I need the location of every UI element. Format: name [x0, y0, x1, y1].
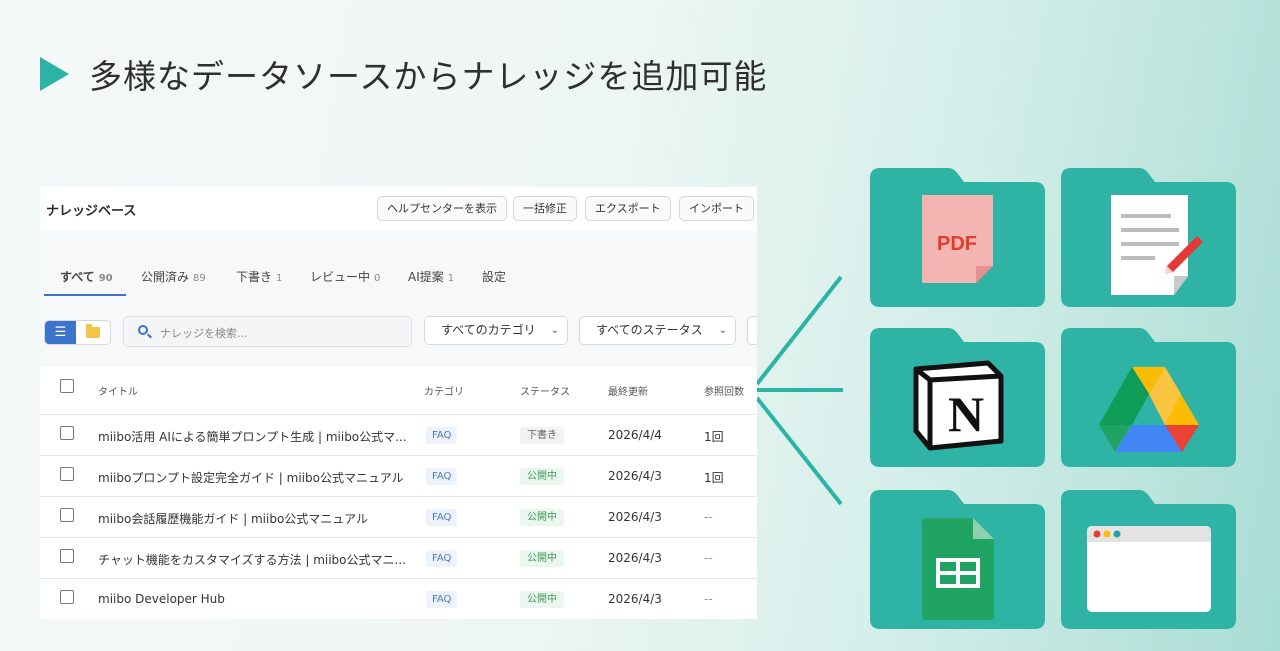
column-header-title: タイトル: [98, 387, 138, 398]
select-all-checkbox[interactable]: [60, 379, 74, 393]
status-badge: 公開中: [520, 468, 564, 485]
play-triangle-icon: [40, 57, 69, 91]
column-header-category: カテゴリ: [424, 387, 464, 398]
tab-published[interactable]: 公開済み 89: [141, 268, 206, 285]
category-badge: FAQ: [426, 591, 458, 608]
pdf-source-folder: PDF: [870, 168, 1045, 307]
search-input[interactable]: ナレッジを検索...: [123, 316, 412, 347]
tab-label: 公開済み: [141, 270, 190, 284]
view-toggle: ☰: [44, 320, 111, 345]
category-select[interactable]: すべてのカテゴリ ⌄: [424, 316, 568, 345]
table-row[interactable]: miibo Developer Hub FAQ 公開中 2026/4/3 --: [40, 579, 757, 619]
category-badge: FAQ: [426, 468, 458, 485]
tab-count: 1: [276, 273, 283, 284]
tab-in-review[interactable]: レビュー中 0: [310, 268, 380, 285]
tab-label: 設定: [482, 270, 507, 284]
row-title[interactable]: miibo会話履歴機能ガイド | miibo公式マニュアル: [98, 510, 368, 527]
google-sheets-icon: [922, 518, 994, 620]
row-refs: 1回: [704, 430, 724, 444]
status-badge: 公開中: [520, 591, 564, 608]
row-refs: --: [704, 551, 713, 565]
import-button[interactable]: インポート: [679, 196, 754, 221]
table-row[interactable]: チャット機能をカスタマイズする方法 | miibo公式マニ... FAQ 公開中…: [40, 538, 757, 579]
tab-label: 下書き: [236, 270, 273, 284]
pdf-document-icon: PDF: [922, 195, 993, 283]
help-center-button[interactable]: ヘルプセンターを表示: [377, 196, 507, 221]
knowledge-table: タイトル カテゴリ ステータス 最終更新 参照回数 miibo活用 AIによる簡…: [40, 367, 757, 619]
row-title[interactable]: miibo Developer Hub: [98, 592, 225, 606]
row-title[interactable]: miiboプロンプト設定完全ガイド | miibo公式マニュアル: [98, 469, 404, 486]
extra-select[interactable]: [747, 316, 757, 345]
active-tab-indicator: [44, 294, 126, 296]
row-updated: 2026/4/3: [608, 551, 662, 565]
export-button[interactable]: エクスポート: [585, 196, 671, 221]
web-browser-window-icon: [1087, 526, 1211, 612]
row-refs: 1回: [704, 471, 724, 485]
row-title[interactable]: miibo活用 AIによる簡単プロンプト生成 | miibo公式マ...: [98, 428, 407, 445]
text-document-source-folder: [1061, 168, 1236, 307]
status-badge: 公開中: [520, 509, 564, 526]
bulk-edit-button[interactable]: 一括修正: [513, 196, 577, 221]
tab-ai-suggestions[interactable]: AI提案 1: [408, 268, 454, 285]
table-header-row: タイトル カテゴリ ステータス 最終更新 参照回数: [40, 367, 757, 415]
tab-settings[interactable]: 設定: [482, 268, 506, 285]
knowledge-base-panel: ナレッジベース ヘルプセンターを表示 一括修正 エクスポート インポート すべて…: [40, 187, 757, 619]
category-select-value: すべてのカテゴリ: [441, 323, 536, 337]
web-source-folder: [1061, 490, 1236, 629]
tab-count: 89: [193, 273, 206, 284]
table-row[interactable]: miibo活用 AIによる簡単プロンプト生成 | miibo公式マ... FAQ…: [40, 415, 757, 456]
tab-label: すべて: [60, 270, 95, 284]
row-checkbox[interactable]: [60, 426, 74, 440]
tab-count: 90: [98, 273, 113, 284]
category-badge: FAQ: [426, 427, 458, 444]
panel-header: ナレッジベース ヘルプセンターを表示 一括修正 エクスポート インポート: [40, 187, 757, 231]
row-updated: 2026/4/4: [608, 428, 662, 442]
row-checkbox[interactable]: [60, 590, 74, 604]
row-checkbox[interactable]: [60, 549, 74, 563]
row-refs: --: [704, 592, 713, 606]
filter-toolbar: ☰ ナレッジを検索... すべてのカテゴリ ⌄ すべてのステータス ⌄: [40, 297, 757, 367]
svg-text:N: N: [948, 386, 984, 442]
notion-source-folder: N: [870, 328, 1045, 467]
search-placeholder: ナレッジを検索...: [160, 327, 248, 340]
google-drive-source-folder: [1061, 328, 1236, 467]
column-header-refs: 参照回数: [704, 387, 744, 398]
row-updated: 2026/4/3: [608, 592, 662, 606]
tab-bar: すべて 90 公開済み 89 下書き 1 レビュー中 0 AI提案 1 設定: [40, 231, 757, 297]
row-refs: --: [704, 510, 713, 524]
status-badge: 公開中: [520, 550, 564, 567]
slide-title: 多様なデータソースからナレッジを追加可能: [89, 57, 768, 96]
row-checkbox[interactable]: [60, 467, 74, 481]
tab-label: レビュー中: [310, 270, 371, 284]
folder-view-icon[interactable]: [86, 324, 100, 338]
panel-title: ナレッジベース: [46, 204, 137, 219]
row-title[interactable]: チャット機能をカスタマイズする方法 | miibo公式マニ...: [98, 551, 406, 568]
category-badge: FAQ: [426, 550, 458, 567]
status-select-value: すべてのステータス: [596, 323, 703, 337]
tab-draft[interactable]: 下書き 1: [236, 268, 282, 285]
table-row[interactable]: miiboプロンプト設定完全ガイド | miibo公式マニュアル FAQ 公開中…: [40, 456, 757, 497]
list-view-icon[interactable]: ☰: [45, 321, 76, 344]
chevron-down-icon: ⌄: [550, 325, 559, 336]
search-icon: [138, 325, 148, 335]
table-row[interactable]: miibo会話履歴機能ガイド | miibo公式マニュアル FAQ 公開中 20…: [40, 497, 757, 538]
pdf-label: PDF: [937, 233, 977, 255]
column-header-status: ステータス: [520, 387, 570, 398]
notion-logo-icon: N: [913, 360, 1004, 451]
row-checkbox[interactable]: [60, 508, 74, 522]
row-updated: 2026/4/3: [608, 469, 662, 483]
google-sheets-source-folder: [870, 490, 1045, 629]
column-header-updated: 最終更新: [608, 387, 648, 398]
slide-heading: 多様なデータソースからナレッジを追加可能: [40, 50, 767, 98]
row-updated: 2026/4/3: [608, 510, 662, 524]
tab-count: 1: [447, 273, 455, 284]
tab-all[interactable]: すべて 90: [60, 268, 113, 285]
status-badge: 下書き: [520, 427, 564, 444]
status-select[interactable]: すべてのステータス ⌄: [579, 316, 736, 345]
tab-count: 0: [374, 273, 381, 284]
category-badge: FAQ: [426, 509, 458, 526]
tab-label: AI提案: [408, 270, 444, 284]
connector-lines: [757, 275, 843, 506]
chevron-down-icon: ⌄: [718, 325, 727, 336]
